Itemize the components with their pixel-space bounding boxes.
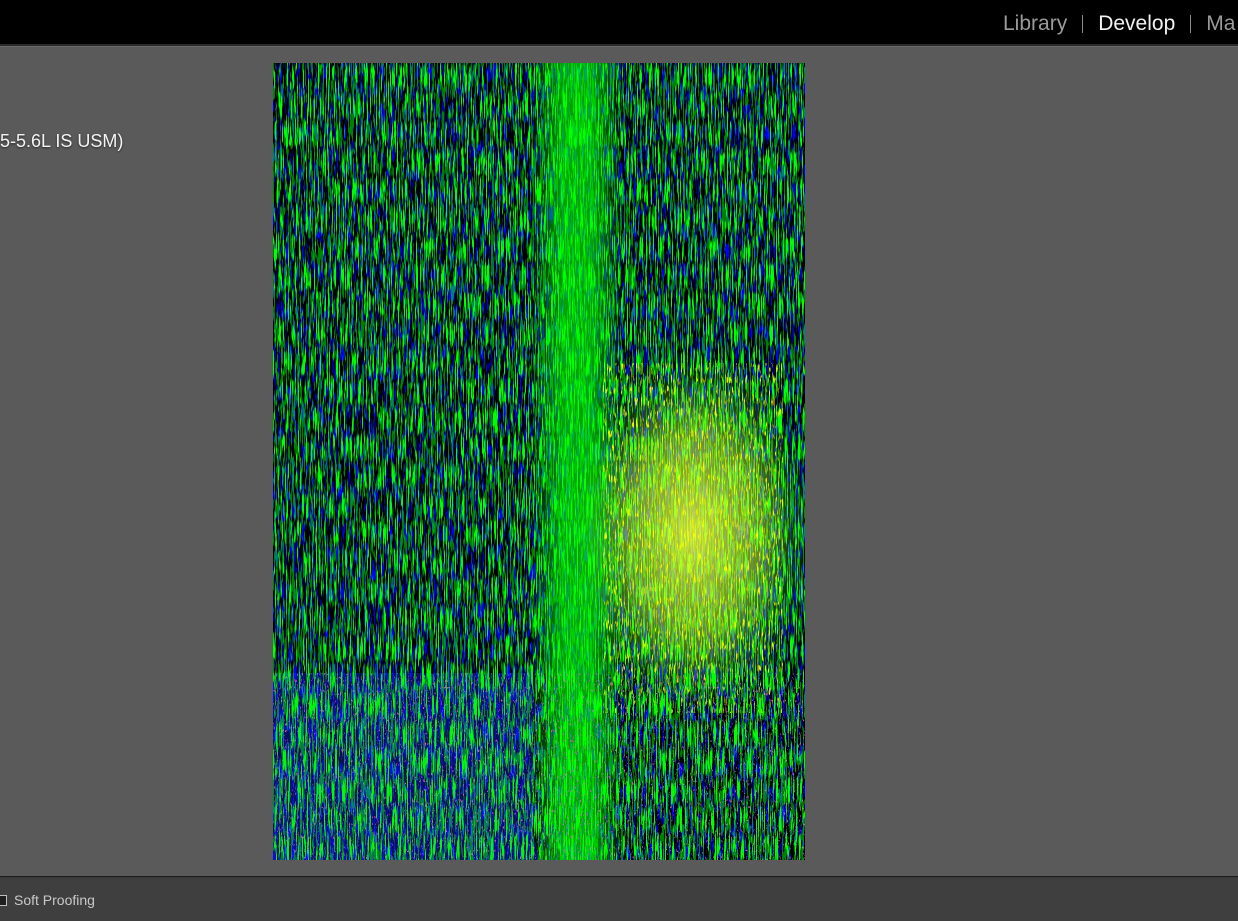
module-bar-highlight: [0, 46, 1238, 47]
module-separator: [1190, 15, 1192, 33]
photo-canvas[interactable]: [273, 63, 805, 860]
module-separator: [1082, 15, 1084, 33]
module-map[interactable]: Ma: [1206, 11, 1235, 37]
photo-image: [273, 63, 805, 860]
module-picker: Library Develop Ma: [1003, 11, 1235, 37]
module-bar: Library Develop Ma: [0, 0, 1238, 44]
photo-info-overlay: 5-5.6L IS USM): [0, 131, 124, 151]
soft-proofing-checkbox[interactable]: [0, 894, 7, 906]
module-develop[interactable]: Develop: [1098, 11, 1175, 37]
lightroom-develop-window: Library Develop Ma 5-5.6L IS USM) Soft P…: [0, 0, 1238, 921]
bottom-toolbar: Soft Proofing: [0, 879, 1238, 921]
module-library[interactable]: Library: [1003, 11, 1067, 37]
soft-proofing-toggle[interactable]: Soft Proofing: [0, 891, 95, 909]
soft-proofing-label: Soft Proofing: [14, 892, 95, 908]
